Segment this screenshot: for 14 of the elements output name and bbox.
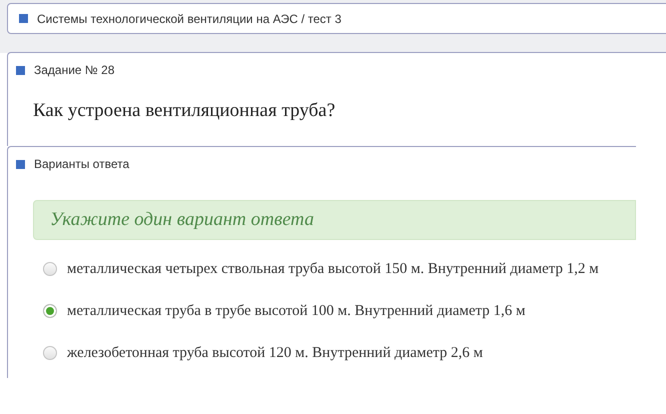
square-icon	[19, 14, 28, 23]
question-text: Как устроена вентиляционная труба?	[32, 99, 336, 123]
answer-option[interactable]: металлическая четырех ствольная труба высотой 150 м. Внутренний диаметр 1,2 м	[43, 258, 636, 280]
square-icon	[16, 160, 25, 168]
section-title: Варианты ответа	[34, 156, 130, 173]
section-title: Системы технологической вентиляции на АЭС / тест 3	[37, 10, 342, 28]
square-icon	[16, 66, 25, 74]
answer-option[interactable]: металлическая труба в трубе высотой 100 м. Внутренний диаметр 1,6 м	[43, 300, 636, 322]
radio-button[interactable]	[43, 346, 57, 360]
answer-option[interactable]: железобетонная труба высотой 120 м. Внутренний диаметр 2,6 м	[43, 342, 636, 364]
section-title: Задание № 28	[34, 62, 114, 79]
hint-text: Укажите один вариант ответа	[50, 208, 314, 232]
radio-button[interactable]	[43, 262, 57, 276]
radio-button[interactable]	[43, 304, 57, 318]
